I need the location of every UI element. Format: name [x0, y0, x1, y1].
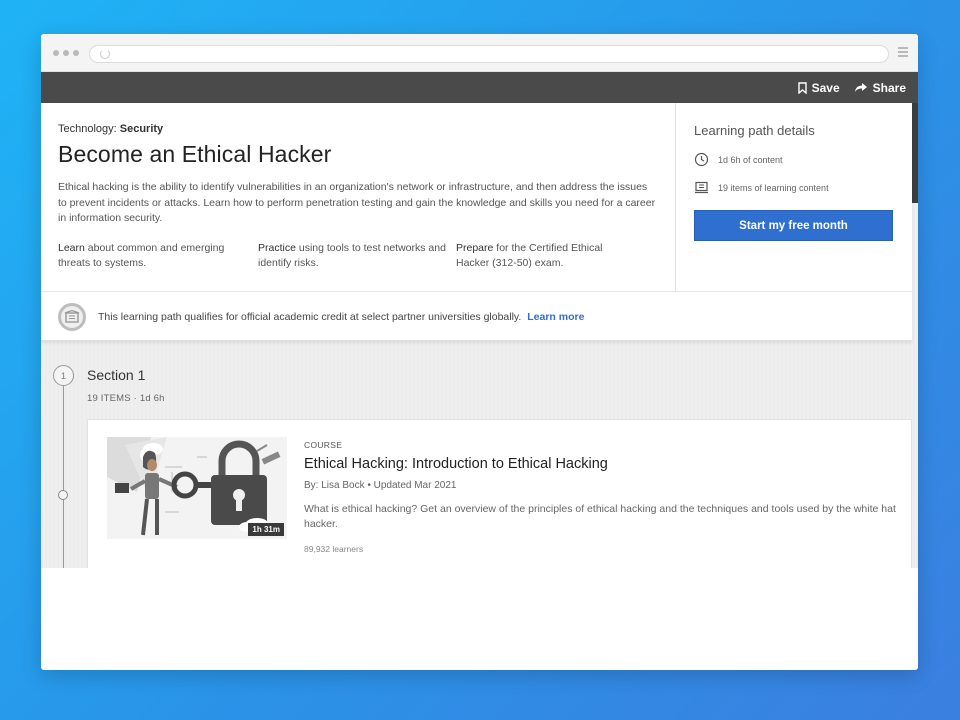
category-breadcrumb: Technology: Security [58, 123, 658, 135]
point-lead: Learn [58, 241, 85, 254]
column-divider [675, 103, 676, 291]
top-action-bar: Save Share [41, 72, 918, 103]
window-controls [53, 50, 79, 56]
point-lead: Prepare [456, 241, 494, 254]
scrollbar[interactable] [912, 103, 918, 203]
timeline-line [63, 379, 64, 568]
detail-items: 19 items of learning content [694, 181, 894, 194]
hamburger-menu-icon[interactable] [898, 47, 908, 59]
category-prefix: Technology: [58, 123, 120, 135]
content-type-label: COURSE [304, 440, 343, 450]
share-button[interactable]: Share [854, 81, 906, 95]
reload-icon[interactable] [100, 49, 110, 59]
course-info: COURSE Ethical Hacking: Introduction to … [304, 440, 904, 554]
academic-credit-badge-icon [58, 302, 86, 331]
detail-duration: 1d 6h of content [694, 152, 894, 167]
section-title: Section 1 [87, 367, 146, 383]
details-title: Learning path details [694, 123, 815, 138]
course-title-link[interactable]: Ethical Hacking: Introduction to Ethical… [304, 456, 904, 472]
learn-more-link[interactable]: Learn more [527, 311, 584, 323]
start-free-month-button[interactable]: Start my free month [694, 210, 893, 241]
page-content[interactable]: Technology: Security Become an Ethical H… [41, 103, 918, 568]
window-dot[interactable] [73, 50, 79, 56]
category-name[interactable]: Security [120, 123, 163, 135]
course-description: What is ethical hacking? Get an overview… [304, 503, 896, 530]
section-meta: 19 ITEMS · 1d 6h [87, 393, 165, 404]
bookmark-icon [797, 81, 807, 94]
items-text: 19 items of learning content [718, 182, 829, 193]
save-label: Save [811, 80, 840, 95]
clock-icon [694, 152, 709, 167]
timeline-node [58, 490, 68, 500]
section-number-marker: 1 [53, 365, 74, 386]
credit-text-wrapper: This learning path qualifies for officia… [98, 311, 584, 323]
duration-text: 1d 6h of content [718, 154, 783, 165]
browser-chrome [41, 34, 918, 72]
learning-points: Learn about common and emerging threats … [58, 241, 658, 271]
path-description: Ethical hacking is the ability to identi… [58, 181, 656, 224]
learning-point: Prepare for the Certified Ethical Hacker… [456, 241, 626, 271]
learner-count: 89,932 learners [304, 544, 364, 554]
share-label: Share [872, 80, 906, 95]
page-title: Become an Ethical Hacker [58, 141, 332, 167]
learning-point: Learn about common and emerging threats … [58, 241, 258, 271]
save-button[interactable]: Save [797, 80, 840, 95]
window-dot[interactable] [63, 50, 69, 56]
academic-credit-banner: This learning path qualifies for officia… [41, 291, 912, 341]
browser-window: Save Share Technology: Security Become a… [41, 34, 918, 670]
point-lead: Practice [258, 241, 296, 254]
learning-point: Practice using tools to test networks an… [258, 241, 456, 271]
course-thumbnail[interactable]: 1h 31m [107, 437, 287, 539]
duration-badge: 1h 31m [248, 523, 284, 536]
share-arrow-icon [854, 83, 867, 92]
learning-path-details: Learning path details 1d 6h of content 1… [694, 123, 894, 241]
window-dot[interactable] [53, 50, 59, 56]
credit-text: This learning path qualifies for officia… [98, 310, 522, 323]
course-byline: By: Lisa Bock • Updated Mar 2021 [304, 480, 457, 491]
course-card[interactable]: 1h 31m COURSE Ethical Hacking: Introduct… [87, 419, 912, 568]
address-bar[interactable] [89, 45, 889, 63]
content-items-icon [695, 181, 708, 194]
learning-path-header: Technology: Security Become an Ethical H… [41, 103, 912, 341]
